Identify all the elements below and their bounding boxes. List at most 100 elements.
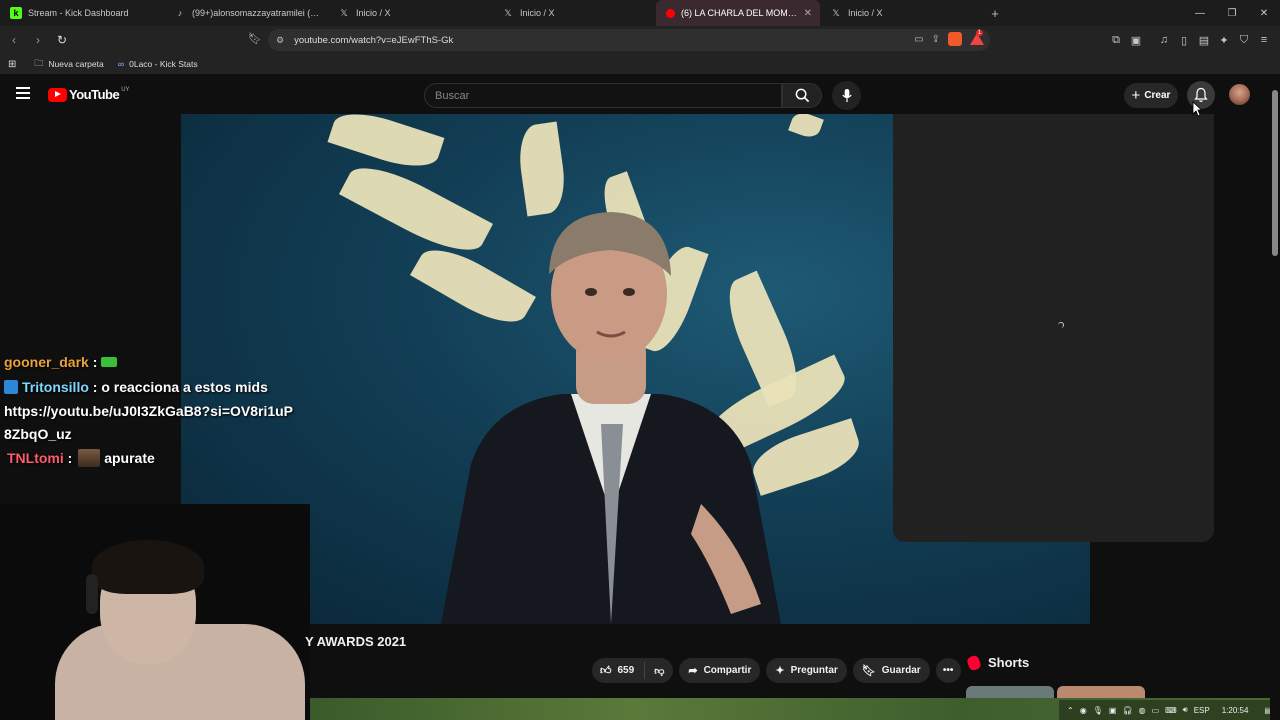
vpn-icon[interactable]: ⛉ [1236,30,1252,50]
bookmark-nueva-carpeta[interactable]: 🗀︎ Nueva carpeta [34,56,103,72]
thumbs-down-icon: 👎︎ [654,665,665,677]
close-window-icon[interactable]: ✕ [1248,0,1280,26]
site-info-icon[interactable]: ⚙ [276,35,284,46]
tray-chevron-icon[interactable]: ⌃ [1067,706,1074,715]
omnibox-actions: ▭ ⇪ 1 [914,30,984,46]
presenter-figure [441,212,781,624]
browser-toolbar: ‹ › ↻ 🔖︎ ⚙ youtube.com/watch?v=eJEwFThS-… [0,26,1280,54]
tab-label: (6) LA CHARLA DEL MOMO EN I [681,8,798,18]
minimize-icon[interactable]: — [1184,0,1216,26]
chat-text: o reacciona a estos mids [101,379,268,395]
screenshot-icon[interactable]: ▣ [1128,30,1144,50]
apps-grid-icon[interactable]: ⊞ [8,59,16,70]
country-code: UY [121,86,130,93]
forward-icon[interactable]: › [28,30,48,50]
youtube-logo[interactable]: YouTube UY [48,87,130,102]
plus-icon: + [1131,87,1141,104]
tray-language[interactable]: ESP [1194,706,1210,715]
share-button[interactable]: ➦ Compartir [679,658,761,683]
bookmark-page-icon[interactable]: 🔖︎ [248,32,262,45]
x-icon: 𝕏 [832,7,840,18]
search-button[interactable] [782,83,822,108]
x-icon: 𝕏 [340,7,348,18]
reload-icon[interactable]: ↻ [52,30,72,50]
youtube-play-icon [48,87,67,102]
page-scrollbar[interactable] [1270,76,1280,720]
tray-volume-icon[interactable]: 🔊︎ [1183,705,1188,715]
tiktok-icon: ♪ [177,8,183,18]
back-icon[interactable]: ‹ [4,30,24,50]
ask-button[interactable]: ✦ Preguntar [766,658,847,683]
leo-ai-icon[interactable]: ✦ [1216,30,1232,50]
create-button[interactable]: + Crear [1124,83,1178,108]
tray-app-icon[interactable]: ◉ [1080,706,1087,715]
new-tab-button[interactable]: + [984,6,1006,21]
tab-label: Inicio / X [520,8,555,18]
rewards-badge: 1 [975,30,983,36]
stream-chat-overlay: gooner_dark : Tritonsillo : o reacciona … [4,354,294,470]
tab-label: Inicio / X [356,8,391,18]
bookmark-label: 0Laco - Kick Stats [129,59,198,69]
bookmark-icon: 🔖︎ [861,665,876,677]
tab-label: (99+)alonsomazzayatramilei (@alons [192,8,320,18]
extensions-icon[interactable]: ⧉ [1108,30,1124,50]
bookmark-label: Nueva carpeta [48,59,104,69]
more-dots-icon: ••• [942,665,954,676]
tab-tiktok[interactable]: ♪ (99+)alonsomazzayatramilei (@alons [164,0,328,26]
tray-display-icon[interactable]: ▭ [1152,706,1160,715]
voice-search-button[interactable] [832,81,861,110]
menu-icon[interactable]: ≡ [1256,30,1272,50]
link-icon: ∞ [117,59,125,69]
more-actions-button[interactable]: ••• [935,658,961,683]
tray-app-icon[interactable]: ▣ [1109,706,1117,715]
tray-clock[interactable]: 1:20:54 [1222,706,1249,715]
logo-text: YouTube [69,87,120,102]
sidebar-icon[interactable]: ▯ [1176,30,1192,50]
tray-mic-icon[interactable]: 🎙︎ [1093,706,1103,715]
guide-menu-icon[interactable] [16,87,30,99]
chat-username: gooner_dark [4,354,89,370]
close-tab-icon[interactable]: ✕ [804,8,812,19]
search-input[interactable]: Buscar [424,83,782,108]
scrollbar-thumb[interactable] [1272,90,1278,256]
restore-icon[interactable]: ❐ [1216,0,1248,26]
media-icon[interactable]: ♫ [1156,30,1172,50]
shorts-label: Shorts [988,655,1030,670]
chat-link-text: https://youtu.be/uJ0I3ZkGaB8?si=OV8ri1uP… [4,402,294,443]
tab-label: Stream - Kick Dashboard [28,8,129,18]
save-button[interactable]: 🔖︎ Guardar [852,658,930,683]
microphone-icon [841,88,852,103]
like-button[interactable]: 👍︎ 659 [592,662,646,679]
browser-tab-strip: k Stream - Kick Dashboard ♪ (99+)alonsom… [0,0,1280,26]
decor-leaf [788,114,824,141]
chat-message: https://youtu.be/uJ0I3ZkGaB8?si=OV8ri1uP… [4,400,294,447]
dislike-button[interactable]: 👎︎ [645,665,673,677]
account-avatar[interactable] [1229,84,1250,105]
bookmark-kick-stats[interactable]: ∞ 0Laco - Kick Stats [118,59,198,69]
webcam-overlay [0,504,310,720]
wallet-icon[interactable]: ▤ [1196,30,1212,50]
tab-x-1[interactable]: 𝕏 Inicio / X [328,0,492,26]
tab-x-3[interactable]: 𝕏 Inicio / X [820,0,984,26]
chat-message: gooner_dark : [4,354,294,370]
video-actions: 👍︎ 659 👎︎ ➦ Compartir ✦ Preguntar 🔖︎ Guardar… [592,658,961,683]
chat-badge-icon [101,357,118,367]
kick-icon: k [10,7,22,19]
address-bar[interactable]: ⚙ youtube.com/watch?v=eJEwFThS-Gk ▭ ⇪ 1 [268,29,990,51]
brave-shield-icon[interactable] [948,32,962,46]
tray-headphones-icon[interactable]: 🎧︎ [1122,706,1132,715]
tray-network-icon[interactable]: ⌨ [1165,706,1177,715]
chat-username: Tritonsillo [22,379,89,395]
share-icon[interactable]: ⇪ [932,34,940,45]
decor-leaf [327,114,445,177]
cast-icon[interactable]: ▭ [914,34,923,45]
tab-x-2[interactable]: 𝕏 Inicio / X [492,0,656,26]
thumbs-up-icon: 👍︎ [600,665,612,677]
tab-kick-dashboard[interactable]: k Stream - Kick Dashboard [0,0,164,26]
tray-steam-icon[interactable]: ◍ [1139,706,1146,715]
tab-youtube-active[interactable]: (6) LA CHARLA DEL MOMO EN I ✕ [656,0,820,26]
brave-rewards-icon[interactable]: 1 [970,30,984,45]
share-arrow-icon: ➦ [688,665,698,677]
window-controls: — ❐ ✕ [1184,0,1280,26]
ask-label: Preguntar [790,665,838,676]
